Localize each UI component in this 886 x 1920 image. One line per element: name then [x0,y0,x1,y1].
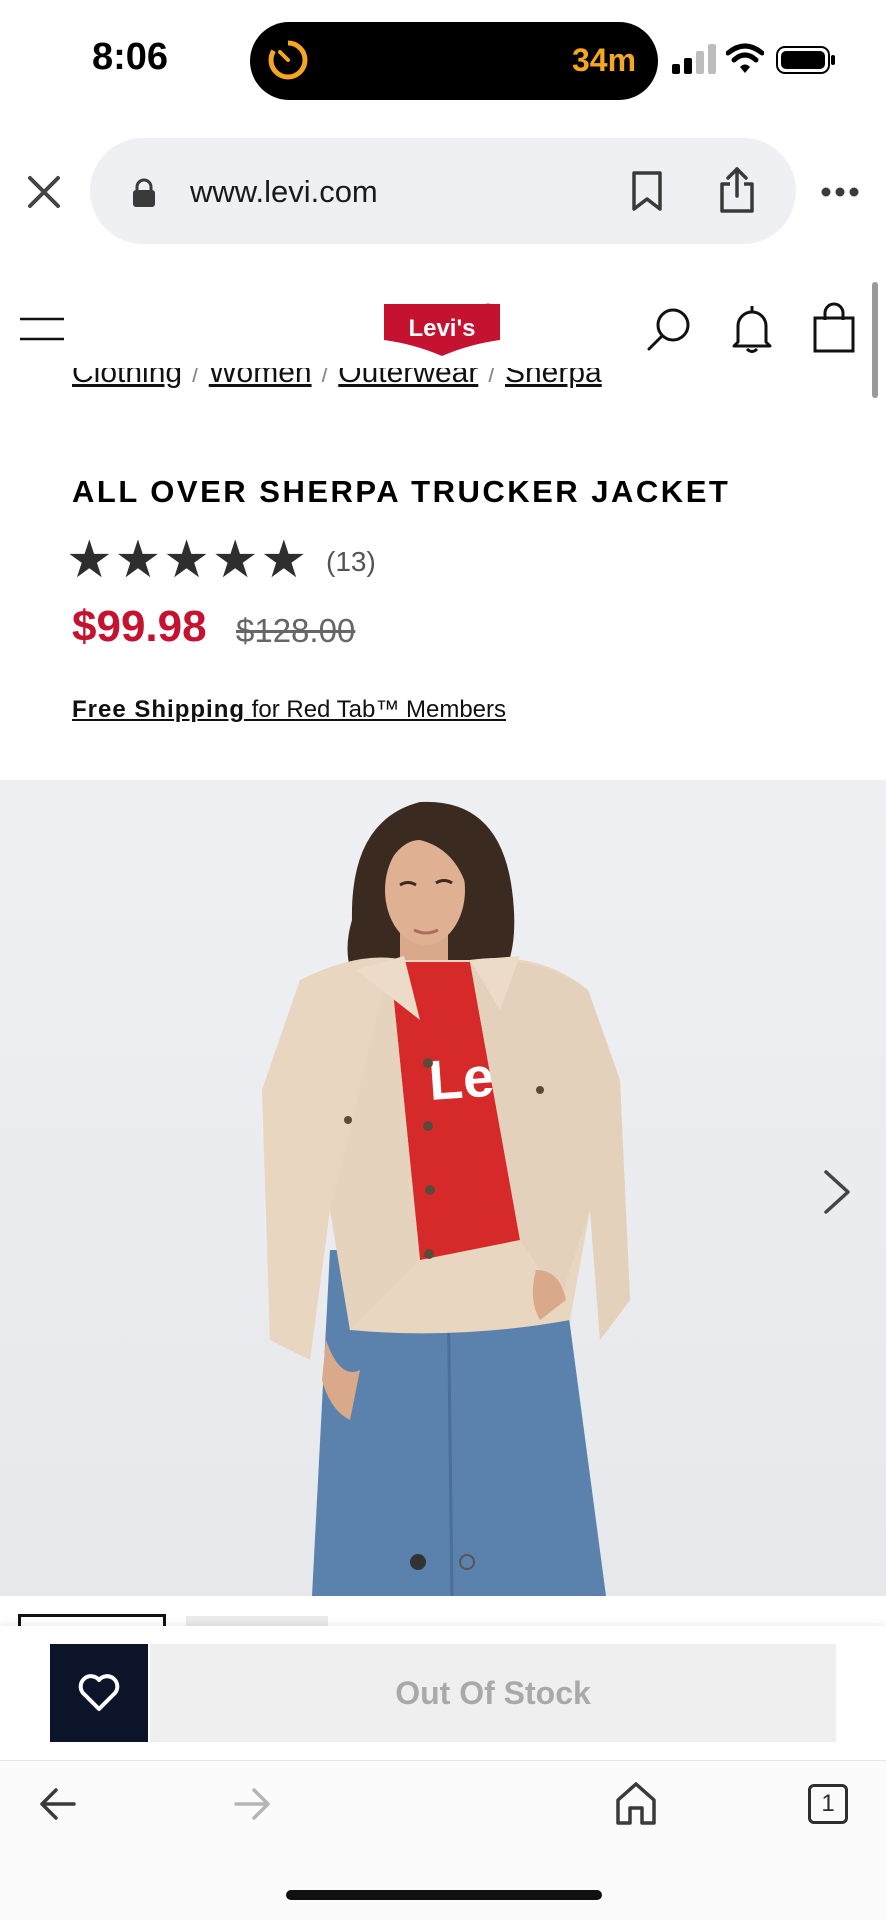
bookmark-icon[interactable] [630,170,664,212]
svg-text:Levi's: Levi's [408,315,475,342]
forward-arrow-icon[interactable] [232,1786,272,1822]
star-rating[interactable]: ★ ★ ★ ★ ★ [66,531,308,589]
bag-icon[interactable] [812,302,856,354]
wifi-icon [726,43,764,73]
bell-icon[interactable] [730,304,774,354]
product-image[interactable]: Levi's [0,780,886,1596]
heart-icon [78,1674,120,1711]
menu-icon[interactable] [20,316,64,342]
carousel-dot-active[interactable] [410,1554,426,1570]
lock-icon [133,178,155,207]
original-price: $128.00 [236,612,356,649]
levis-logo[interactable]: Levi's [382,300,502,358]
back-arrow-icon[interactable] [38,1786,78,1822]
carousel-dot[interactable] [459,1554,475,1570]
tabs-button[interactable]: 1 [808,1784,848,1824]
search-icon[interactable] [646,306,692,352]
signal-icon [672,44,716,74]
star-icon: ★ [163,531,210,589]
url-text[interactable]: www.levi.com [190,174,378,210]
out-of-stock-button[interactable]: Out Of Stock [150,1644,836,1742]
share-icon[interactable] [718,166,756,214]
star-icon: ★ [66,531,113,589]
status-time: 8:06 [92,36,169,78]
star-icon: ★ [211,531,259,589]
scrollbar-thumb[interactable] [872,282,878,398]
timer-icon [268,40,308,80]
breadcrumb-clothing[interactable]: Clothing [72,368,182,389]
star-icon: ★ [260,531,308,589]
home-icon[interactable] [614,1780,658,1826]
breadcrumb: Clothing / Women / Outerwear / Sherpa [72,368,602,408]
breadcrumb-sherpa[interactable]: Sherpa [505,368,602,389]
home-indicator [286,1890,602,1900]
close-icon[interactable] [26,174,62,210]
breadcrumb-outerwear[interactable]: Outerwear [338,368,478,389]
star-icon: ★ [114,531,162,589]
review-count[interactable]: (13) [326,546,376,578]
wishlist-button[interactable] [50,1644,148,1742]
breadcrumb-women[interactable]: Women [209,368,312,389]
free-shipping-link[interactable]: Free Shipping for Red Tab™ Members [72,696,506,724]
next-image-chevron-icon[interactable] [820,1168,854,1216]
sale-price: $99.98 [72,602,207,651]
product-title: ALL OVER SHERPA TRUCKER JACKET [72,474,731,509]
battery-icon [776,46,835,74]
more-icon[interactable] [820,186,860,198]
timer-label: 34m [572,42,637,78]
